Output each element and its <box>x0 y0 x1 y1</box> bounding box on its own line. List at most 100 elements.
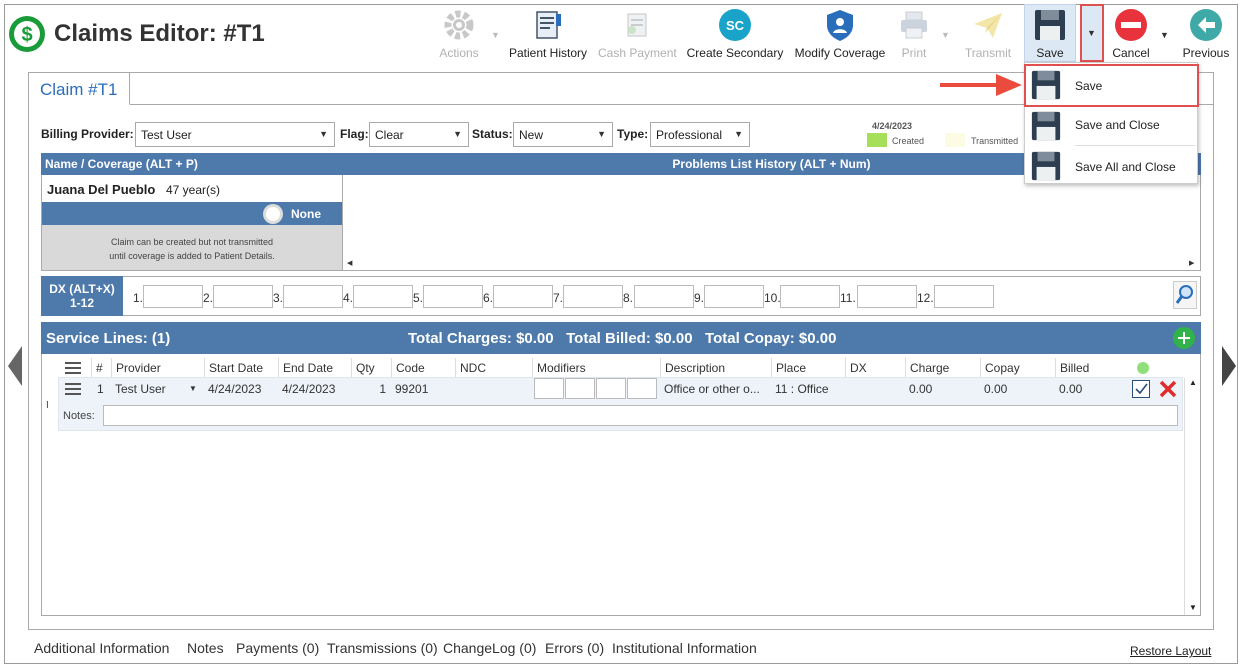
dx-field[interactable] <box>353 285 413 308</box>
dx-label: DX (ALT+X) 1-12 <box>41 276 123 316</box>
column-header[interactable]: Place <box>771 358 845 377</box>
scroll-up-icon[interactable]: ▲ <box>1189 378 1197 387</box>
row-checkbox[interactable] <box>1132 380 1150 398</box>
dx-field[interactable] <box>704 285 764 308</box>
tab-transmissions[interactable]: Transmissions (0) <box>327 640 438 656</box>
dx-field[interactable] <box>563 285 623 308</box>
scroll-left-icon[interactable]: ◀ <box>347 259 352 267</box>
menu-item-save-all-and-close[interactable]: Save All and Close <box>1025 146 1197 184</box>
column-header[interactable]: Copay <box>980 358 1056 377</box>
status-select[interactable]: New ▼ <box>513 122 613 147</box>
row-code[interactable]: 99201 <box>391 378 428 400</box>
modifier-field[interactable] <box>627 378 657 399</box>
restore-layout-link[interactable]: Restore Layout <box>1130 644 1211 658</box>
column-header[interactable]: Qty <box>351 358 392 377</box>
actions-dropdown-icon[interactable]: ▼ <box>491 30 500 40</box>
column-header[interactable]: Billed <box>1055 358 1130 377</box>
row-provider[interactable]: Test User ▼ <box>111 378 203 400</box>
save-dropdown-button[interactable]: ▼ <box>1080 4 1104 62</box>
dx-field[interactable] <box>213 285 273 308</box>
column-header[interactable]: End Date <box>278 358 352 377</box>
add-service-line-icon[interactable] <box>1172 326 1196 350</box>
row-place[interactable]: 11 : Office <box>771 378 829 400</box>
column-header[interactable]: Start Date <box>204 358 279 377</box>
dx-field[interactable] <box>423 285 483 308</box>
column-header[interactable]: DX <box>845 358 906 377</box>
patient-history-label: Patient History <box>508 46 588 60</box>
row-dx[interactable] <box>845 378 849 400</box>
print-dropdown-icon[interactable]: ▼ <box>941 30 950 40</box>
dx-field[interactable] <box>143 285 203 308</box>
row-ndc[interactable] <box>455 378 459 400</box>
previous-button[interactable]: Previous <box>1178 6 1234 60</box>
dx-field[interactable] <box>493 285 553 308</box>
row-copay[interactable]: 0.00 <box>980 378 1007 400</box>
grid-scrollbar[interactable]: ▲ ▼ <box>1184 378 1200 615</box>
tab-payments[interactable]: Payments (0) <box>236 640 319 656</box>
modifier-field[interactable] <box>534 378 564 399</box>
dx-field[interactable] <box>934 285 994 308</box>
billing-provider-select[interactable]: Test User ▼ <box>135 122 335 147</box>
divider <box>342 175 343 271</box>
annotation-arrow-icon <box>940 74 1022 96</box>
tab-institutional-information[interactable]: Institutional Information <box>612 640 757 656</box>
tab-additional-information[interactable]: Additional Information <box>34 640 169 656</box>
back-arrow-icon <box>1190 9 1222 41</box>
notes-input[interactable] <box>103 405 1178 426</box>
delete-row-icon[interactable] <box>1158 380 1178 398</box>
menu-icon[interactable] <box>65 361 81 375</box>
row-qty[interactable]: 1 <box>351 378 390 400</box>
tab-changelog[interactable]: ChangeLog (0) <box>443 640 536 656</box>
dx-field-label: 9. <box>694 291 705 305</box>
tab-claim[interactable]: Claim #T1 <box>29 73 130 105</box>
scroll-right-icon[interactable]: ▶ <box>1189 259 1194 267</box>
transmit-button[interactable]: Transmit <box>958 6 1018 60</box>
patient-history-button[interactable]: Patient History <box>508 6 588 60</box>
right-nav-arrow-icon[interactable] <box>1222 346 1236 386</box>
cancel-button[interactable]: Cancel <box>1108 6 1154 60</box>
row-end-date[interactable]: 4/24/2023 <box>278 378 335 400</box>
column-header[interactable]: Charge <box>905 358 981 377</box>
coverage-bar[interactable]: None <box>42 202 342 225</box>
modifier-field[interactable] <box>565 378 595 399</box>
modifier-field[interactable] <box>596 378 626 399</box>
type-select[interactable]: Professional ▼ <box>650 122 750 147</box>
menu-item-save-and-close[interactable]: Save and Close <box>1025 106 1197 144</box>
search-icon <box>1175 285 1193 304</box>
save-button[interactable]: Save <box>1028 6 1072 60</box>
dx-field[interactable] <box>780 285 840 308</box>
column-header[interactable]: Modifiers <box>532 358 660 377</box>
dx-field[interactable] <box>634 285 694 308</box>
actions-button[interactable]: Actions <box>432 6 486 60</box>
transmit-label: Transmit <box>964 46 1012 60</box>
create-secondary-button[interactable]: SC Create Secondary <box>686 6 784 60</box>
column-header[interactable]: Code <box>391 358 456 377</box>
status-value: New <box>519 128 544 142</box>
dx-field[interactable] <box>283 285 343 308</box>
chevron-down-icon: ▼ <box>453 129 462 139</box>
scroll-down-icon[interactable]: ▼ <box>1189 603 1197 612</box>
dx-field-label: 3. <box>273 291 284 305</box>
patient-name[interactable]: Juana Del Pueblo <box>47 182 155 197</box>
left-nav-arrow-icon[interactable] <box>8 346 22 386</box>
column-header[interactable]: Description <box>660 358 772 377</box>
print-button[interactable]: Print <box>894 6 934 60</box>
column-header[interactable]: Provider <box>111 358 205 377</box>
row-start-date[interactable]: 4/24/2023 <box>204 378 261 400</box>
cancel-dropdown-icon[interactable]: ▼ <box>1160 30 1169 40</box>
row-billed[interactable]: 0.00 <box>1055 378 1082 400</box>
tab-errors[interactable]: Errors (0) <box>545 640 604 656</box>
coverage-note-line-2: until coverage is added to Patient Detai… <box>109 251 275 261</box>
floppy-disk-icon <box>1031 111 1061 141</box>
row-menu-icon[interactable] <box>65 382 81 396</box>
dx-field[interactable] <box>857 285 917 308</box>
dx-label-line-2: 1-12 <box>69 296 95 310</box>
flag-select[interactable]: Clear ▼ <box>369 122 469 147</box>
tab-notes[interactable]: Notes <box>187 640 224 656</box>
dx-search-button[interactable] <box>1173 281 1197 309</box>
row-description[interactable]: Office or other o... <box>660 378 760 400</box>
cash-payment-button[interactable]: Cash Payment <box>598 6 677 60</box>
column-header[interactable]: NDC <box>455 358 533 377</box>
modify-coverage-button[interactable]: Modify Coverage <box>792 6 888 60</box>
row-charge[interactable]: 0.00 <box>905 378 932 400</box>
